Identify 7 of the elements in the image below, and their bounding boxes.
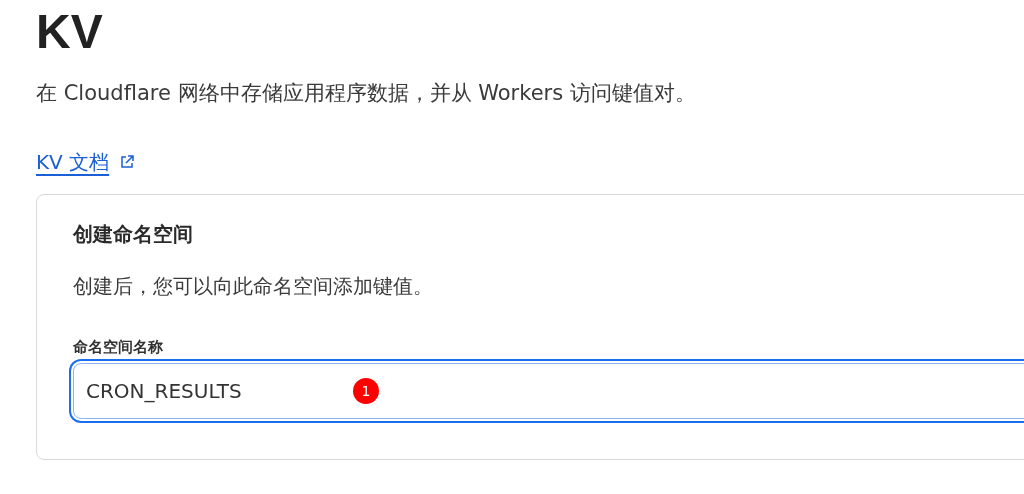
card-title: 创建命名空间: [73, 221, 194, 248]
docs-link[interactable]: KV 文档: [36, 148, 110, 176]
page-description: 在 Cloudflare 网络中存储应用程序数据，并从 Workers 访问键值对。: [36, 80, 697, 107]
external-link-icon[interactable]: [119, 154, 136, 170]
page-title: KV: [36, 4, 104, 60]
card-description: 创建后，您可以向此命名空间添加键值。: [73, 273, 434, 300]
field-label: 命名空间名称: [73, 337, 164, 357]
